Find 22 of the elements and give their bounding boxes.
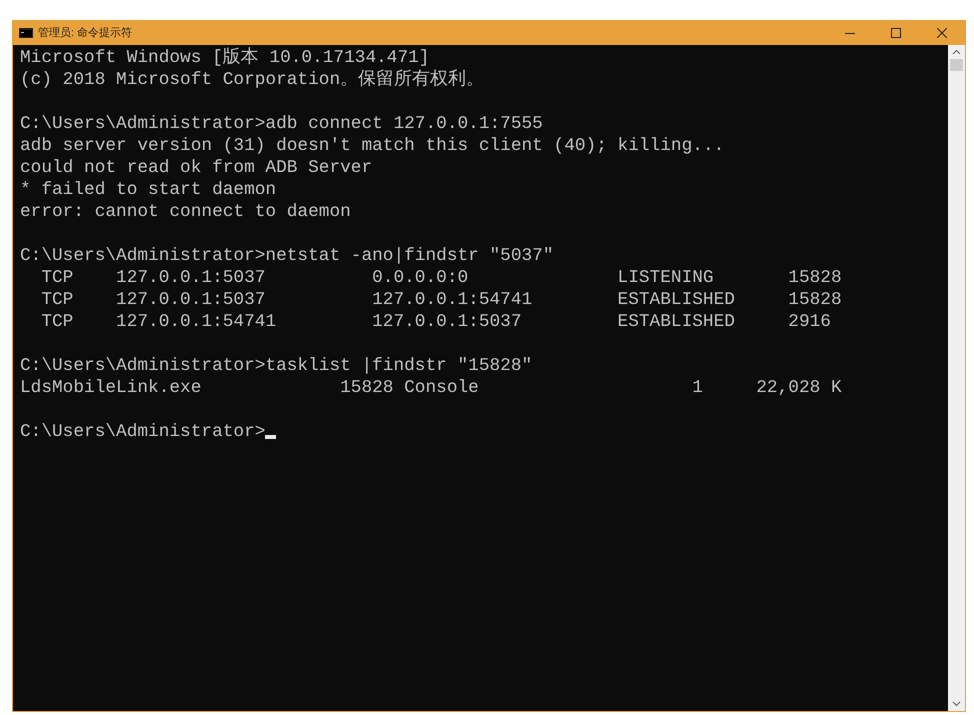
scrollbar-thumb[interactable] xyxy=(950,59,963,71)
console-line: could not read ok from ADB Server xyxy=(20,158,372,178)
console-line: C:\Users\Administrator> xyxy=(20,422,266,442)
console-line: C:\Users\Administrator>tasklist |findstr "15828" xyxy=(20,356,532,376)
console-line: C:\Users\Administrator>netstat -ano|findstr "5037" xyxy=(20,246,554,266)
console-line: adb server version (31) doesn't match this client (40); killing... xyxy=(20,136,724,156)
console-app-icon xyxy=(19,28,33,38)
scroll-up-icon[interactable] xyxy=(952,49,961,55)
console-line: C:\Users\Administrator>adb connect 127.0.0.1:7555 xyxy=(20,114,543,134)
console-line: (c) 2018 Microsoft Corporation。保留所有权利。 xyxy=(20,70,484,90)
console-line: LdsMobileLink.exe 15828 Console 1 22,028 K xyxy=(20,378,842,398)
console-line: * failed to start daemon xyxy=(20,180,276,200)
scrollbar[interactable] xyxy=(948,45,965,711)
console-line: TCP 127.0.0.1:5037 0.0.0.0:0 LISTENING 15828 xyxy=(40,268,842,288)
console-line: TCP 127.0.0.1:54741 127.0.0.1:5037 ESTABLISHED 2916 xyxy=(40,312,831,332)
console-line: Microsoft Windows [版本 10.0.17134.471] xyxy=(20,48,430,68)
maximize-icon xyxy=(891,28,901,38)
close-icon xyxy=(937,28,947,38)
console-line: TCP 127.0.0.1:5037 127.0.0.1:54741 ESTABLISHED 15828 xyxy=(40,290,842,310)
console-line: error: cannot connect to daemon xyxy=(20,202,351,222)
window-title: 管理员: 命令提示符 xyxy=(38,26,134,41)
scroll-down-icon[interactable] xyxy=(952,701,961,707)
